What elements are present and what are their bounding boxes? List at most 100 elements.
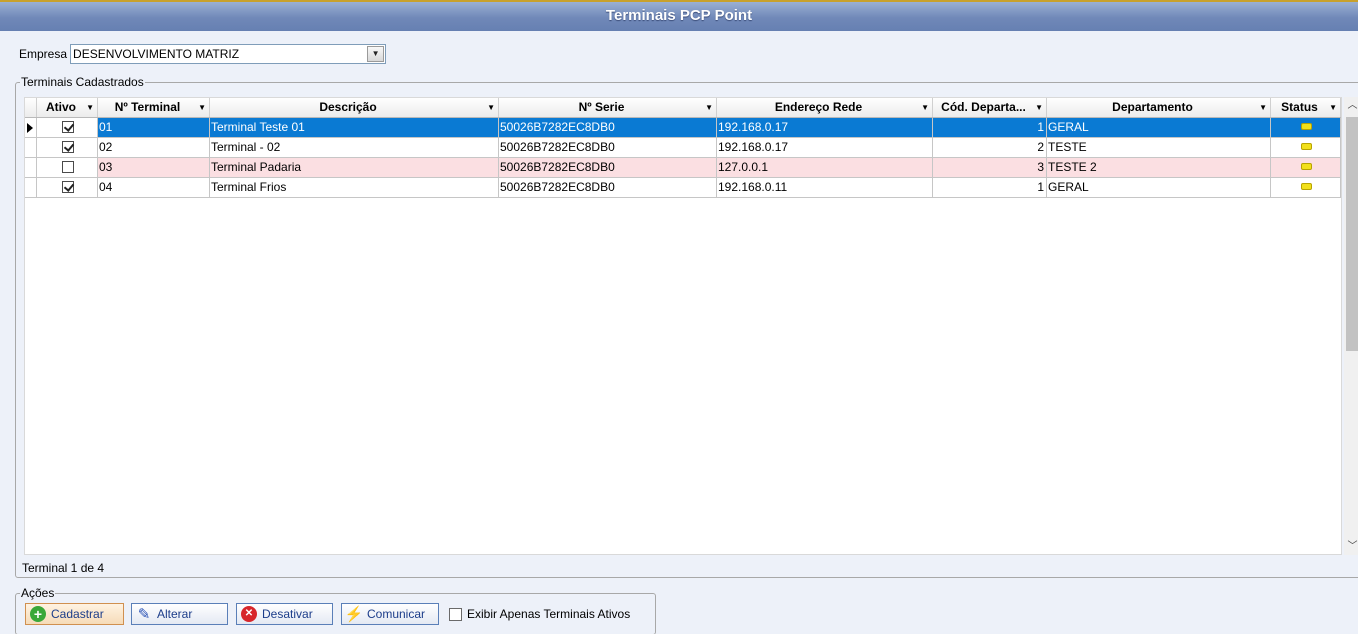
status-indicator-icon	[1300, 143, 1312, 151]
column-header-ativo[interactable]: Ativo ▼	[37, 98, 98, 117]
chevron-down-icon[interactable]: ▼	[86, 98, 94, 117]
cell-rede: 192.168.0.17	[717, 118, 933, 137]
cell-ativo[interactable]	[37, 178, 98, 197]
comunicar-label: Comunicar	[367, 607, 426, 621]
column-label: Status	[1281, 100, 1318, 114]
column-label: Descrição	[319, 100, 377, 114]
cell-ativo[interactable]	[37, 138, 98, 157]
column-label: Cód. Departa...	[941, 100, 1026, 114]
cell-departamento: TESTE	[1047, 138, 1271, 157]
cell-serie: 50026B7282EC8DB0	[499, 178, 717, 197]
cell-departamento: GERAL	[1047, 118, 1271, 137]
chevron-down-icon[interactable]: ▼	[1035, 98, 1043, 117]
column-label: Ativo	[46, 100, 76, 114]
cell-status	[1271, 138, 1341, 157]
cell-numero: 03	[98, 158, 210, 177]
desativar-label: Desativar	[262, 607, 313, 621]
record-counter: Terminal 1 de 4	[22, 561, 105, 575]
column-label: Nº Terminal	[114, 100, 181, 114]
terminais-group: Terminais Cadastrados Ativo ▼ Nº Terminal…	[15, 75, 1358, 578]
cell-departamento: GERAL	[1047, 178, 1271, 197]
cell-descricao: Terminal - 02	[210, 138, 499, 157]
pen-icon: ✎	[137, 606, 151, 623]
table-row[interactable]: 02 Terminal - 02 50026B7282EC8DB0 192.16…	[25, 138, 1341, 158]
alterar-label: Alterar	[157, 607, 193, 621]
chevron-down-icon[interactable]: ▼	[367, 45, 385, 62]
cell-serie: 50026B7282EC8DB0	[499, 138, 717, 157]
column-header-rede[interactable]: Endereço Rede ▼	[717, 98, 933, 117]
cell-cod-departamento: 1	[933, 178, 1047, 197]
acoes-legend: Ações	[20, 586, 56, 600]
column-header-departamento[interactable]: Departamento ▼	[1047, 98, 1271, 117]
grid-header: Ativo ▼ Nº Terminal ▼ Descrição ▼ Nº Serie ▼…	[25, 98, 1341, 118]
cell-numero: 02	[98, 138, 210, 157]
row-indicator	[25, 158, 37, 177]
chevron-up-icon[interactable]: ︿	[1344, 97, 1358, 114]
column-label: Endereço Rede	[774, 100, 863, 114]
header-indicator	[25, 98, 37, 117]
cell-ativo[interactable]	[37, 118, 98, 137]
empresa-row: Empresa DESENVOLVIMENTO MATRIZ ▼	[19, 43, 387, 64]
column-header-numero[interactable]: Nº Terminal ▼	[98, 98, 210, 117]
table-row[interactable]: 01 Terminal Teste 01 50026B7282EC8DB0 19…	[25, 118, 1341, 138]
chevron-down-icon[interactable]: ▼	[1259, 98, 1267, 117]
column-label: Nº Serie	[578, 100, 625, 114]
row-indicator	[25, 178, 37, 197]
cell-status	[1271, 158, 1341, 177]
chevron-down-icon[interactable]: ▼	[705, 98, 713, 117]
scrollbar-thumb[interactable]	[1346, 117, 1358, 351]
cell-numero: 04	[98, 178, 210, 197]
empresa-value: DESENVOLVIMENTO MATRIZ	[73, 46, 240, 61]
close-circle-icon: ✕	[241, 606, 257, 622]
acoes-group: Ações + Cadastrar ✎ Alterar ✕ Desativar …	[15, 586, 656, 634]
cell-departamento: TESTE 2	[1047, 158, 1271, 177]
cadastrar-label: Cadastrar	[51, 607, 104, 621]
ativo-checkbox[interactable]	[61, 160, 74, 173]
ativo-checkbox[interactable]	[61, 140, 74, 153]
cell-cod-departamento: 3	[933, 158, 1047, 177]
status-indicator-icon	[1300, 163, 1312, 171]
chevron-down-icon[interactable]: ﹀	[1344, 538, 1358, 555]
checkbox-box[interactable]	[449, 607, 462, 621]
plus-circle-icon: +	[30, 606, 46, 622]
table-row[interactable]: 04 Terminal Frios 50026B7282EC8DB0 192.1…	[25, 178, 1341, 198]
status-indicator-icon	[1300, 123, 1312, 131]
cell-rede: 192.168.0.17	[717, 138, 933, 157]
cell-ativo[interactable]	[37, 158, 98, 177]
exibir-ativos-label: Exibir Apenas Terminais Ativos	[467, 607, 631, 621]
cell-serie: 50026B7282EC8DB0	[499, 118, 717, 137]
table-row[interactable]: 03 Terminal Padaria 50026B7282EC8DB0 127…	[25, 158, 1341, 178]
alterar-button[interactable]: ✎ Alterar	[131, 603, 228, 625]
window-title: Terminais PCP Point	[0, 0, 1358, 31]
chevron-down-icon[interactable]: ▼	[487, 98, 495, 117]
chevron-down-icon[interactable]: ▼	[198, 98, 206, 117]
chevron-down-icon[interactable]: ▼	[1329, 98, 1337, 117]
vertical-scrollbar[interactable]: ︿ ﹀	[1344, 97, 1358, 555]
row-indicator	[25, 138, 37, 157]
chevron-down-icon[interactable]: ▼	[921, 98, 929, 117]
cell-cod-departamento: 2	[933, 138, 1047, 157]
current-row-icon	[27, 123, 33, 133]
cell-rede: 127.0.0.1	[717, 158, 933, 177]
cell-status	[1271, 118, 1341, 137]
row-indicator	[25, 118, 37, 137]
cell-numero: 01	[98, 118, 210, 137]
cadastrar-button[interactable]: + Cadastrar	[25, 603, 124, 625]
ativo-checkbox[interactable]	[61, 180, 74, 193]
cell-cod-departamento: 1	[933, 118, 1047, 137]
cell-rede: 192.168.0.11	[717, 178, 933, 197]
cell-descricao: Terminal Padaria	[210, 158, 499, 177]
desativar-button[interactable]: ✕ Desativar	[236, 603, 333, 625]
column-label: Departamento	[1112, 100, 1193, 114]
column-header-serie[interactable]: Nº Serie ▼	[499, 98, 717, 117]
column-header-descricao[interactable]: Descrição ▼	[210, 98, 499, 117]
empresa-select[interactable]: DESENVOLVIMENTO MATRIZ ▼	[70, 43, 387, 64]
cell-status	[1271, 178, 1341, 197]
column-header-cod-departamento[interactable]: Cód. Departa... ▼	[933, 98, 1047, 117]
exibir-ativos-checkbox[interactable]: Exibir Apenas Terminais Ativos	[449, 607, 630, 621]
ativo-checkbox[interactable]	[61, 120, 74, 133]
cell-serie: 50026B7282EC8DB0	[499, 158, 717, 177]
column-header-status[interactable]: Status ▼	[1271, 98, 1341, 117]
comunicar-button[interactable]: ⚡ Comunicar	[341, 603, 439, 625]
terminais-grid: Ativo ▼ Nº Terminal ▼ Descrição ▼ Nº Serie ▼…	[24, 97, 1342, 555]
